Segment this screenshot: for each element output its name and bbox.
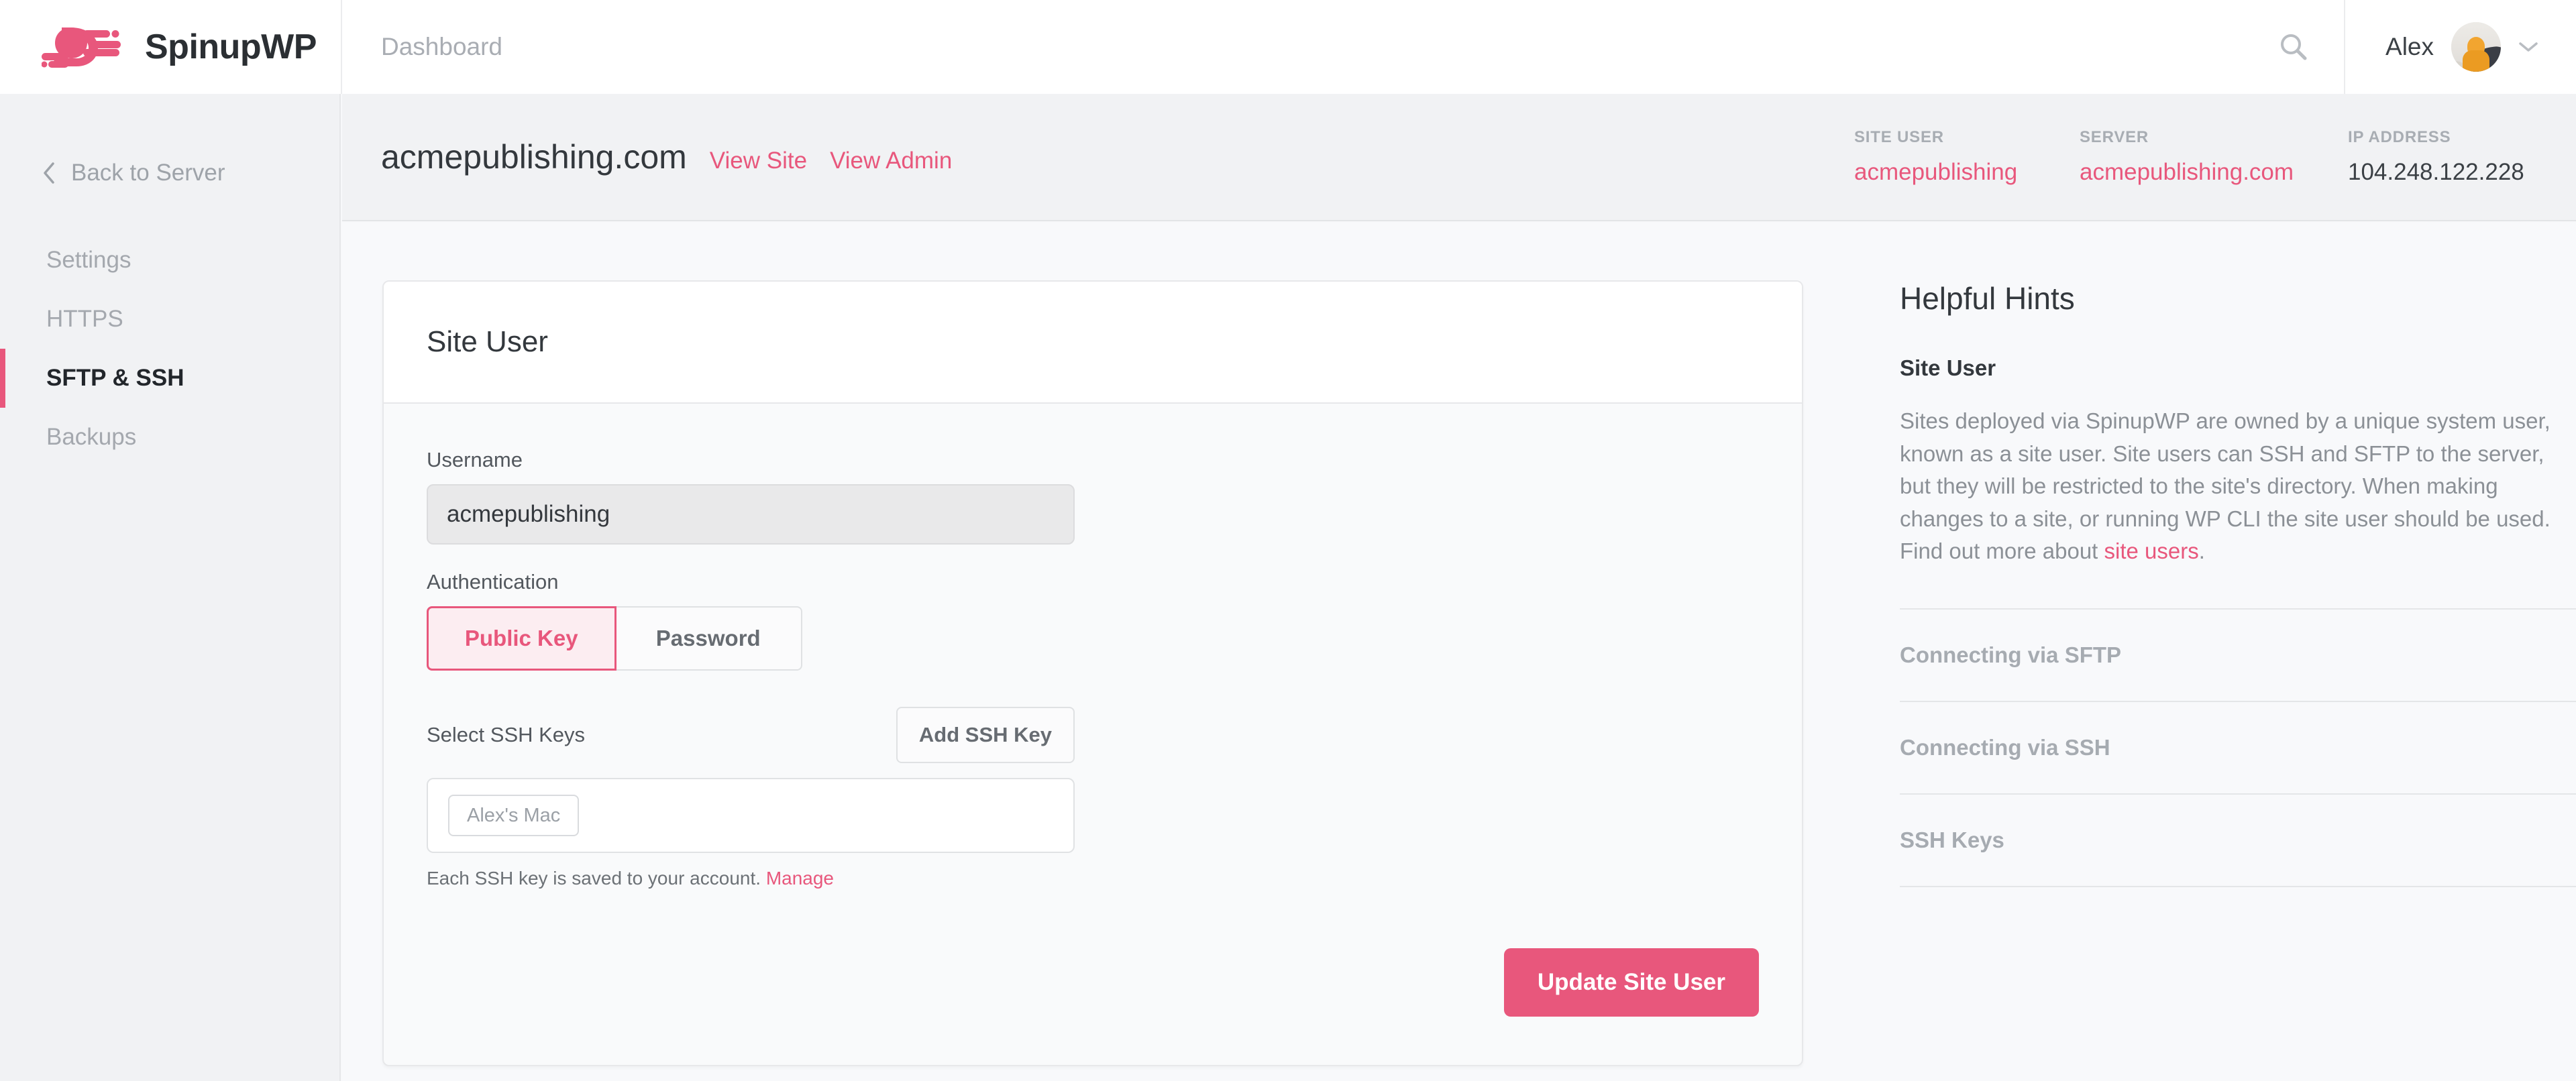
manage-keys-link[interactable]: Manage xyxy=(766,868,834,889)
sidebar-item-label: Settings xyxy=(46,247,131,273)
card-footer: Update Site User xyxy=(427,948,1759,1017)
ssh-key-chip[interactable]: Alex's Mac xyxy=(448,795,580,836)
app-logo[interactable]: SpinupWP xyxy=(0,0,341,94)
search-button[interactable] xyxy=(2243,0,2344,94)
chevron-left-icon xyxy=(42,162,56,184)
site-meta: SITE USER acmepublishing SERVER acmepubl… xyxy=(1854,128,2576,186)
view-admin-link[interactable]: View Admin xyxy=(830,148,952,174)
meta-site-user: SITE USER acmepublishing xyxy=(1854,128,2080,186)
meta-value: 104.248.122.228 xyxy=(2348,159,2524,185)
meta-label: SITE USER xyxy=(1854,128,1944,146)
accordion-label: Connecting via SSH xyxy=(1900,734,2110,760)
logo-wordmark: SpinupWP xyxy=(145,27,317,66)
meta-server: SERVER acmepublishing.com xyxy=(2080,128,2348,186)
authentication-label: Authentication xyxy=(427,570,559,593)
site-user-card: Site User Username acmepublishing Authen… xyxy=(382,280,1803,1066)
auth-option-public-key[interactable]: Public Key xyxy=(427,606,616,671)
auth-option-password[interactable]: Password xyxy=(615,606,802,671)
hints-title: Helpful Hints xyxy=(1900,281,2075,316)
authentication-toggle: Public Key Password xyxy=(427,606,802,671)
add-ssh-key-button[interactable]: Add SSH Key xyxy=(896,707,1075,763)
user-name-label: Alex xyxy=(2385,33,2434,60)
header-actions: Alex xyxy=(2243,0,2576,94)
ssh-keys-help-text: Each SSH key is saved to your account. M… xyxy=(427,868,1759,889)
ssh-keys-row: Select SSH Keys Add SSH Key xyxy=(427,707,1075,763)
sidebar-nav: Settings HTTPS SFTP & SSH Backups xyxy=(0,231,339,467)
sidebar-item-settings[interactable]: Settings xyxy=(0,231,339,290)
meta-label: IP ADDRESS xyxy=(2348,128,2451,146)
sidebar-item-https[interactable]: HTTPS xyxy=(0,290,339,349)
help-text-label: Each SSH key is saved to your account. xyxy=(427,868,761,889)
hint-section-heading: Site User xyxy=(1900,355,1996,380)
helpful-hints-panel: Helpful Hints Site User Sites deployed v… xyxy=(1900,280,2576,887)
meta-label: SERVER xyxy=(2080,128,2149,146)
back-to-server-label: Back to Server xyxy=(71,160,225,186)
search-icon xyxy=(2278,32,2309,62)
meta-value[interactable]: acmepublishing.com xyxy=(2080,159,2348,186)
site-users-link[interactable]: site users xyxy=(2104,538,2199,563)
ssh-keys-select[interactable]: Alex's Mac xyxy=(427,778,1075,853)
card-body: Username acmepublishing Authentication P… xyxy=(384,404,1802,1065)
primary-nav: Dashboard xyxy=(342,0,2243,94)
meta-value[interactable]: acmepublishing xyxy=(1854,159,2080,186)
nav-item-dashboard[interactable]: Dashboard xyxy=(381,33,502,61)
sidebar-item-sftp-ssh[interactable]: SFTP & SSH xyxy=(0,349,339,408)
back-to-server-link[interactable]: Back to Server xyxy=(0,94,339,186)
chevron-down-icon xyxy=(2518,41,2538,53)
sidebar-item-label: SFTP & SSH xyxy=(46,365,184,391)
avatar xyxy=(2451,22,2501,72)
accordion-ssh-keys[interactable]: SSH Keys xyxy=(1900,795,2576,887)
user-menu[interactable]: Alex xyxy=(2345,0,2576,94)
hint-body-text: Sites deployed via SpinupWP are owned by… xyxy=(1900,408,2551,563)
spinupwp-logo-icon xyxy=(41,22,141,72)
content-area: Site User Username acmepublishing Authen… xyxy=(342,223,2576,1081)
accordion-connecting-via-sftp[interactable]: Connecting via SFTP xyxy=(1900,610,2576,702)
select-ssh-keys-label: Select SSH Keys xyxy=(427,723,586,746)
view-site-link[interactable]: View Site xyxy=(710,148,807,174)
card-header: Site User xyxy=(384,282,1802,404)
meta-ip-address: IP ADDRESS 104.248.122.228 xyxy=(2348,128,2536,186)
update-site-user-button[interactable]: Update Site User xyxy=(1503,948,1759,1017)
sidebar-item-label: Backups xyxy=(46,424,137,450)
username-input[interactable]: acmepublishing xyxy=(427,484,1075,545)
accordion-label: SSH Keys xyxy=(1900,827,2004,852)
hint-body-text-end: . xyxy=(2198,538,2205,563)
sidebar-item-label: HTTPS xyxy=(46,306,123,332)
sidebar-item-backups[interactable]: Backups xyxy=(0,408,339,467)
site-header-bar: acmepublishing.com View Site View Admin … xyxy=(342,94,2576,221)
accordion-label: Connecting via SFTP xyxy=(1900,642,2122,667)
site-title-group: acmepublishing.com View Site View Admin xyxy=(342,137,1854,176)
page-title: acmepublishing.com xyxy=(381,138,687,176)
top-bar: SpinupWP Dashboard Alex xyxy=(0,0,2576,94)
sidebar: Back to Server Settings HTTPS SFTP & SSH… xyxy=(0,94,341,1081)
card-title: Site User xyxy=(427,325,548,358)
hint-section-body: Sites deployed via SpinupWP are owned by… xyxy=(1900,405,2576,568)
accordion-connecting-via-ssh[interactable]: Connecting via SSH xyxy=(1900,702,2576,795)
username-label: Username xyxy=(427,448,523,471)
